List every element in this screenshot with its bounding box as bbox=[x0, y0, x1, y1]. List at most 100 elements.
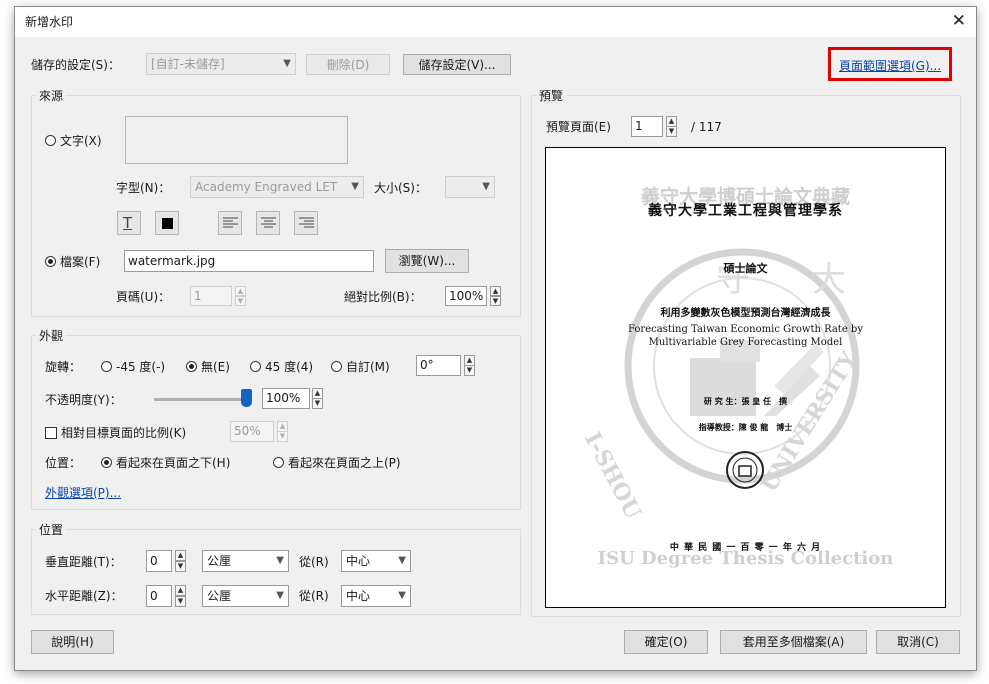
page-number-field[interactable]: 1 bbox=[190, 286, 232, 306]
browse-button[interactable]: 瀏覽(W)... bbox=[385, 249, 469, 273]
relative-scale-checkbox[interactable] bbox=[45, 427, 57, 439]
opacity-slider-thumb[interactable] bbox=[240, 389, 252, 407]
absolute-scale-down-icon[interactable]: ▼ bbox=[490, 296, 501, 306]
custom-rotation-field[interactable]: 0° bbox=[416, 355, 461, 376]
front-page-label: 看起來在頁面之上(P) bbox=[288, 456, 401, 470]
preview-page-up-icon[interactable]: ▲ bbox=[666, 116, 677, 127]
horizontal-from-dropdown[interactable]: 中心 ▼ bbox=[341, 585, 411, 607]
university-logo-icon bbox=[726, 451, 764, 489]
preview-page: 守 大 I-SHOU UNIVERSITY 義守大學博碩士論文典藏 義守大學工業… bbox=[545, 147, 946, 608]
horizontal-unit-dropdown[interactable]: 公厘 ▼ bbox=[202, 585, 289, 607]
horizontal-distance-down-icon[interactable]: ▼ bbox=[175, 596, 186, 607]
horizontal-distance-label: 水平距離(Z)： bbox=[45, 589, 123, 603]
cancel-button[interactable]: 取消(C) bbox=[876, 630, 960, 654]
chevron-down-icon: ▼ bbox=[351, 181, 359, 192]
vertical-from-label: 從(R) bbox=[299, 555, 329, 569]
text-source-radio[interactable] bbox=[45, 135, 56, 146]
saved-settings-label: 儲存的設定(S)： bbox=[31, 58, 120, 72]
saved-settings-dropdown[interactable]: [自訂-未儲存] ▼ bbox=[146, 53, 296, 75]
relative-scale-up-icon[interactable]: ▲ bbox=[277, 421, 288, 432]
relative-scale-label: 相對目標頁面的比例(K) bbox=[61, 426, 187, 440]
horizontal-unit-value: 公厘 bbox=[207, 589, 232, 603]
help-button[interactable]: 說明(H) bbox=[31, 630, 114, 654]
absolute-scale-up-icon[interactable]: ▲ bbox=[490, 286, 501, 296]
horizontal-distance-up-icon[interactable]: ▲ bbox=[175, 585, 186, 596]
opacity-up-icon[interactable]: ▲ bbox=[312, 388, 323, 399]
advisor-line: 指導教授：陳 俊 龍 博士 bbox=[698, 422, 793, 432]
saved-settings-value: [自訂-未儲存] bbox=[151, 57, 225, 71]
font-dropdown[interactable]: Academy Engraved LET ▼ bbox=[190, 176, 364, 198]
rotation-radio-45[interactable] bbox=[250, 361, 261, 372]
absolute-scale-field[interactable]: 100% bbox=[445, 286, 487, 306]
chevron-down-icon: ▼ bbox=[398, 555, 406, 566]
ok-button[interactable]: 確定(O) bbox=[624, 630, 708, 654]
watermark-text-input[interactable] bbox=[125, 116, 348, 164]
rotation-none-label: 無(E) bbox=[201, 360, 230, 374]
preview-page-down-icon[interactable]: ▼ bbox=[666, 126, 677, 137]
custom-rotation-down-icon[interactable]: ▼ bbox=[464, 365, 475, 376]
dialog-title: 新增水印 bbox=[25, 15, 74, 29]
page-range-options-link[interactable]: 頁面範圍選項(G)... bbox=[839, 57, 941, 74]
chevron-down-icon: ▼ bbox=[283, 58, 291, 69]
opacity-down-icon[interactable]: ▼ bbox=[312, 398, 323, 409]
vertical-distance-up-icon[interactable]: ▲ bbox=[175, 550, 186, 561]
align-left-icon[interactable] bbox=[218, 211, 242, 235]
front-page-radio[interactable] bbox=[273, 457, 284, 468]
save-settings-button[interactable]: 儲存設定(V)... bbox=[403, 54, 511, 75]
apply-to-multiple-files-button[interactable]: 套用至多個檔案(A) bbox=[720, 630, 867, 654]
font-value: Academy Engraved LET bbox=[195, 180, 338, 194]
horizontal-from-value: 中心 bbox=[346, 589, 371, 603]
appearance-options-link[interactable]: 外觀選項(P)... bbox=[45, 484, 121, 501]
opacity-field[interactable]: 100% bbox=[262, 388, 310, 409]
page-number-label: 頁碼(U)： bbox=[116, 290, 171, 304]
rotation-radio-none[interactable] bbox=[186, 361, 197, 372]
horizontal-from-label: 從(R) bbox=[299, 589, 329, 603]
color-swatch-icon[interactable] bbox=[155, 211, 179, 235]
vertical-from-dropdown[interactable]: 中心 ▼ bbox=[341, 550, 411, 572]
total-pages-label: / 117 bbox=[691, 120, 722, 134]
page-number-up-icon[interactable]: ▲ bbox=[235, 286, 246, 296]
opacity-slider-track[interactable] bbox=[154, 398, 246, 401]
rotation-radio-custom[interactable] bbox=[331, 361, 342, 372]
source-group-label: 來源 bbox=[36, 89, 67, 103]
appearance-group-label: 外觀 bbox=[36, 329, 67, 343]
size-label: 大小(S)： bbox=[374, 181, 427, 195]
rotation-radio-minus45[interactable] bbox=[101, 361, 112, 372]
delete-button[interactable]: 刪除(D) bbox=[306, 54, 390, 75]
file-source-label: 檔案(F) bbox=[60, 255, 101, 269]
size-dropdown[interactable]: ▼ bbox=[445, 176, 495, 198]
absolute-scale-label: 絕對比例(B)： bbox=[344, 290, 422, 304]
chevron-down-icon: ▼ bbox=[482, 181, 490, 192]
watermark-bottom-text: ISU Degree Thesis Collection bbox=[597, 548, 894, 569]
relative-scale-down-icon[interactable]: ▼ bbox=[277, 431, 288, 442]
vertical-distance-label: 垂直距離(T)： bbox=[45, 555, 122, 569]
thesis-title-en-2: Multivariable Grey Forecasting Model bbox=[648, 337, 843, 348]
title-bar: 新增水印 ✕ bbox=[15, 7, 976, 37]
close-icon[interactable]: ✕ bbox=[952, 11, 966, 31]
behind-page-radio[interactable] bbox=[101, 457, 112, 468]
position-label: 位置： bbox=[45, 456, 82, 470]
preview-group-label: 預覽 bbox=[536, 89, 567, 103]
custom-rotation-up-icon[interactable]: ▲ bbox=[464, 355, 475, 366]
text-style-icon[interactable]: T bbox=[117, 211, 141, 235]
vertical-distance-down-icon[interactable]: ▼ bbox=[175, 561, 186, 572]
vertical-unit-dropdown[interactable]: 公厘 ▼ bbox=[202, 550, 289, 572]
rotation-minus45-label: -45 度(-) bbox=[116, 360, 166, 374]
vertical-from-value: 中心 bbox=[346, 554, 371, 568]
rotation-custom-label: 自訂(M) bbox=[346, 360, 390, 374]
page-number-down-icon[interactable]: ▼ bbox=[235, 296, 246, 306]
opacity-slider-fill bbox=[154, 398, 246, 401]
vertical-distance-field[interactable]: 0 bbox=[146, 550, 172, 572]
rotation-45-label: 45 度(4) bbox=[265, 360, 314, 374]
file-source-radio[interactable] bbox=[45, 256, 56, 267]
align-right-icon[interactable] bbox=[294, 211, 318, 235]
align-center-icon[interactable] bbox=[256, 211, 280, 235]
horizontal-distance-field[interactable]: 0 bbox=[146, 585, 172, 607]
file-path-field[interactable]: watermark.jpg bbox=[124, 250, 374, 272]
university-line: 義守大學工業工程與管理學系 bbox=[648, 203, 843, 219]
chevron-down-icon: ▼ bbox=[276, 555, 284, 566]
preview-page-field[interactable]: 1 bbox=[631, 116, 663, 137]
page-range-highlight: 頁面範圍選項(G)... bbox=[828, 47, 952, 81]
add-watermark-dialog: 新增水印 ✕ 儲存的設定(S)： [自訂-未儲存] ▼ 刪除(D) 儲存設定(V… bbox=[14, 6, 977, 671]
relative-scale-field[interactable]: 50% bbox=[230, 421, 274, 442]
